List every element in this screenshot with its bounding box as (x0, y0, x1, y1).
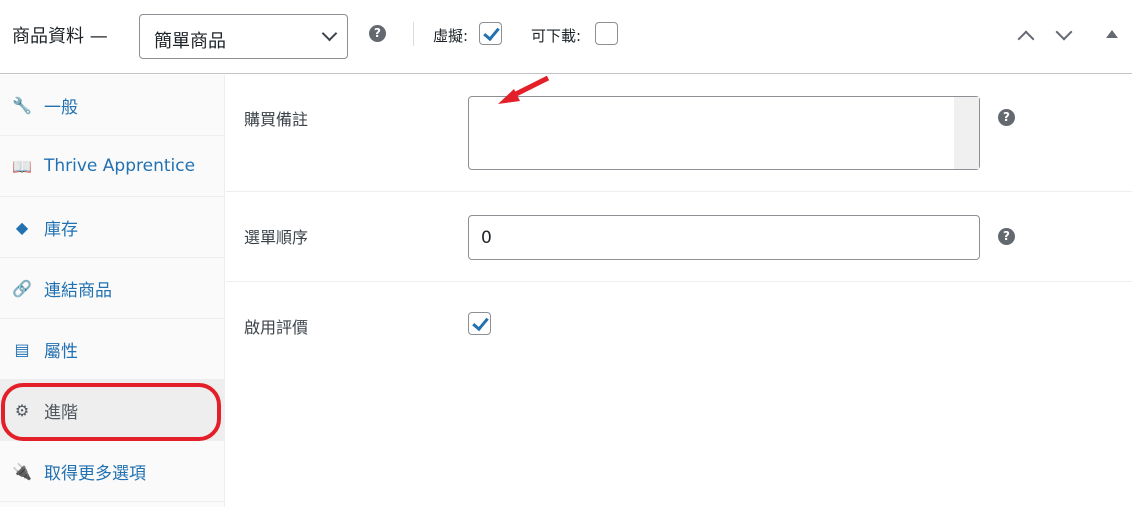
plug-icon: 🔌 (12, 461, 32, 481)
panel-header: 商品資料 — 簡單商品 ? 虛擬: 可下載: (0, 0, 1132, 74)
divider (413, 22, 414, 46)
enable-reviews-checkbox[interactable] (468, 312, 491, 335)
tab-general[interactable]: 🔧 一般 (0, 75, 224, 136)
tab-thrive-apprentice[interactable]: 📖 Thrive Apprentice (0, 136, 224, 197)
menu-order-row: 選單順序 0 ? (226, 192, 1132, 282)
tab-get-more-options[interactable]: 🔌 取得更多選項 (0, 441, 224, 502)
tab-label: 取得更多選項 (44, 463, 146, 484)
virtual-checkbox[interactable] (479, 22, 502, 45)
collapse-toggle-icon[interactable] (1106, 30, 1118, 38)
scrollbar[interactable] (954, 97, 979, 169)
help-icon[interactable]: ? (369, 25, 386, 42)
chevron-down-icon (321, 25, 338, 42)
tab-label: 屬性 (44, 341, 78, 362)
tab-label: 庫存 (44, 219, 78, 240)
product-type-select[interactable]: 簡單商品 (139, 14, 348, 59)
product-data-tabs: 🔧 一般 📖 Thrive Apprentice ◆ 庫存 🔗 連結商品 ▤ 屬性 ⚙ 進階… (0, 75, 225, 507)
downloadable-label: 可下載: (531, 27, 582, 45)
tab-label: Thrive Apprentice (44, 156, 196, 176)
book-icon: 📖 (12, 156, 32, 176)
product-type-value: 簡單商品 (154, 31, 226, 52)
wrench-icon: 🔧 (12, 95, 32, 115)
purchase-note-row: 購買備註 ? (226, 75, 1132, 192)
move-up-icon[interactable] (1017, 30, 1035, 48)
panel-title: 商品資料 — (12, 26, 108, 47)
reviews-row: 啟用評價 (226, 282, 1132, 372)
tab-linked-products[interactable]: 🔗 連結商品 (0, 258, 224, 319)
annotation-arrow-icon (498, 75, 550, 104)
tab-label: 連結商品 (44, 280, 112, 301)
virtual-label: 虛擬: (433, 27, 469, 45)
enable-reviews-label: 啟用評價 (244, 318, 309, 337)
tag-icon: ◆ (15, 217, 29, 237)
annotation-circle (1, 383, 221, 441)
downloadable-checkbox[interactable] (595, 22, 618, 45)
menu-order-label: 選單順序 (244, 228, 309, 247)
tab-inventory[interactable]: ◆ 庫存 (0, 197, 224, 258)
advanced-panel: 購買備註 ? 選單順序 0 ? 啟用評價 (226, 75, 1132, 372)
tab-label: 一般 (44, 97, 78, 118)
link-icon: 🔗 (12, 278, 32, 298)
help-icon[interactable]: ? (998, 228, 1015, 245)
menu-order-input[interactable]: 0 (468, 215, 980, 260)
move-down-icon[interactable] (1055, 23, 1073, 41)
help-icon[interactable]: ? (998, 109, 1015, 126)
list-icon: ▤ (14, 339, 30, 359)
tab-attributes[interactable]: ▤ 屬性 (0, 319, 224, 380)
purchase-note-label: 購買備註 (244, 110, 309, 129)
